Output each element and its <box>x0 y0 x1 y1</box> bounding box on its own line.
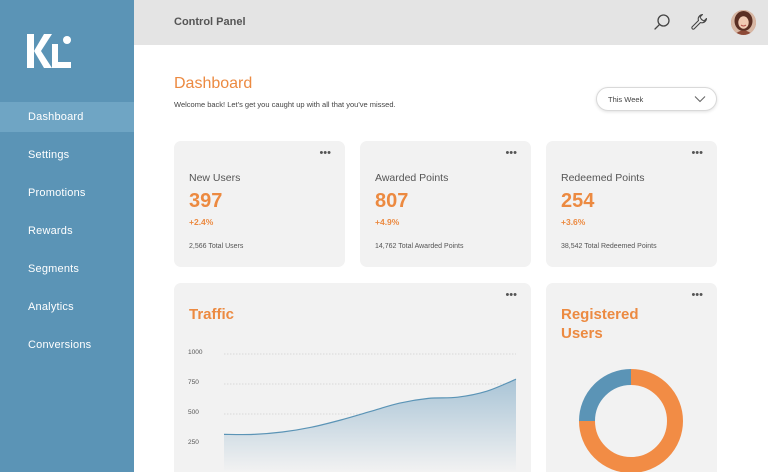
sidebar-item-rewards[interactable]: Rewards <box>0 216 134 246</box>
period-select[interactable]: This Week <box>596 87 717 111</box>
chevron-down-icon <box>694 96 706 103</box>
sidebar-item-label: Dashboard <box>28 111 84 123</box>
sidebar-item-segments[interactable]: Segments <box>0 254 134 284</box>
stat-title: Redeemed Points <box>561 172 645 184</box>
sidebar: Dashboard Settings Promotions Rewards Se… <box>0 0 134 472</box>
sidebar-item-analytics[interactable]: Analytics <box>0 292 134 322</box>
stat-card-redeemed-points: ••• Redeemed Points 254 +3.6% 38,542 Tot… <box>546 141 717 267</box>
stat-delta: +4.9% <box>375 217 400 227</box>
stat-title: Awarded Points <box>375 172 449 184</box>
page-title: Dashboard <box>174 75 253 92</box>
sidebar-item-label: Promotions <box>28 187 86 199</box>
traffic-chart <box>223 353 517 472</box>
sidebar-item-label: Segments <box>28 263 80 275</box>
header-title: Control Panel <box>174 16 246 28</box>
top-header: Control Panel <box>134 0 768 45</box>
sidebar-item-label: Settings <box>28 149 70 161</box>
registered-users-card: ••• Registered Users <box>546 283 717 472</box>
period-select-value: This Week <box>608 95 644 104</box>
page-subtitle: Welcome back! Let's get you caught up wi… <box>174 100 396 109</box>
more-dots-icon[interactable]: ••• <box>319 148 331 159</box>
sidebar-item-label: Conversions <box>28 339 92 351</box>
sidebar-item-label: Analytics <box>28 301 74 313</box>
sidebar-item-dashboard[interactable]: Dashboard <box>0 102 134 132</box>
avatar-image <box>731 10 756 35</box>
stat-card-awarded-points: ••• Awarded Points 807 +4.9% 14,762 Tota… <box>360 141 531 267</box>
stat-value: 397 <box>189 190 223 212</box>
more-dots-icon[interactable]: ••• <box>691 148 703 159</box>
traffic-area <box>224 379 516 472</box>
stat-delta: +2.4% <box>189 217 214 227</box>
user-avatar[interactable] <box>731 10 756 35</box>
sidebar-item-conversions[interactable]: Conversions <box>0 330 134 360</box>
sidebar-nav: Dashboard Settings Promotions Rewards Se… <box>0 102 134 368</box>
app-root: Dashboard Settings Promotions Rewards Se… <box>0 0 768 472</box>
registered-users-donut <box>579 369 683 472</box>
stat-card-new-users: ••• New Users 397 +2.4% 2,566 Total User… <box>174 141 345 267</box>
sidebar-item-label: Rewards <box>28 225 73 237</box>
stat-total: 2,566 Total Users <box>189 243 244 250</box>
brand-logo <box>27 34 71 68</box>
stat-value: 254 <box>561 190 595 212</box>
stat-total: 38,542 Total Redeemed Points <box>561 243 657 250</box>
stat-delta: +3.6% <box>561 217 586 227</box>
search-icon[interactable] <box>652 12 672 32</box>
more-dots-icon[interactable]: ••• <box>505 148 517 159</box>
stat-title: New Users <box>189 172 241 184</box>
donut-slice <box>579 369 632 422</box>
stat-total: 14,762 Total Awarded Points <box>375 243 464 250</box>
traffic-card: ••• Traffic 1000 750 500 250 <box>174 283 531 472</box>
sidebar-item-promotions[interactable]: Promotions <box>0 178 134 208</box>
sidebar-item-settings[interactable]: Settings <box>0 140 134 170</box>
stat-value: 807 <box>375 190 409 212</box>
wrench-icon[interactable] <box>689 12 709 32</box>
